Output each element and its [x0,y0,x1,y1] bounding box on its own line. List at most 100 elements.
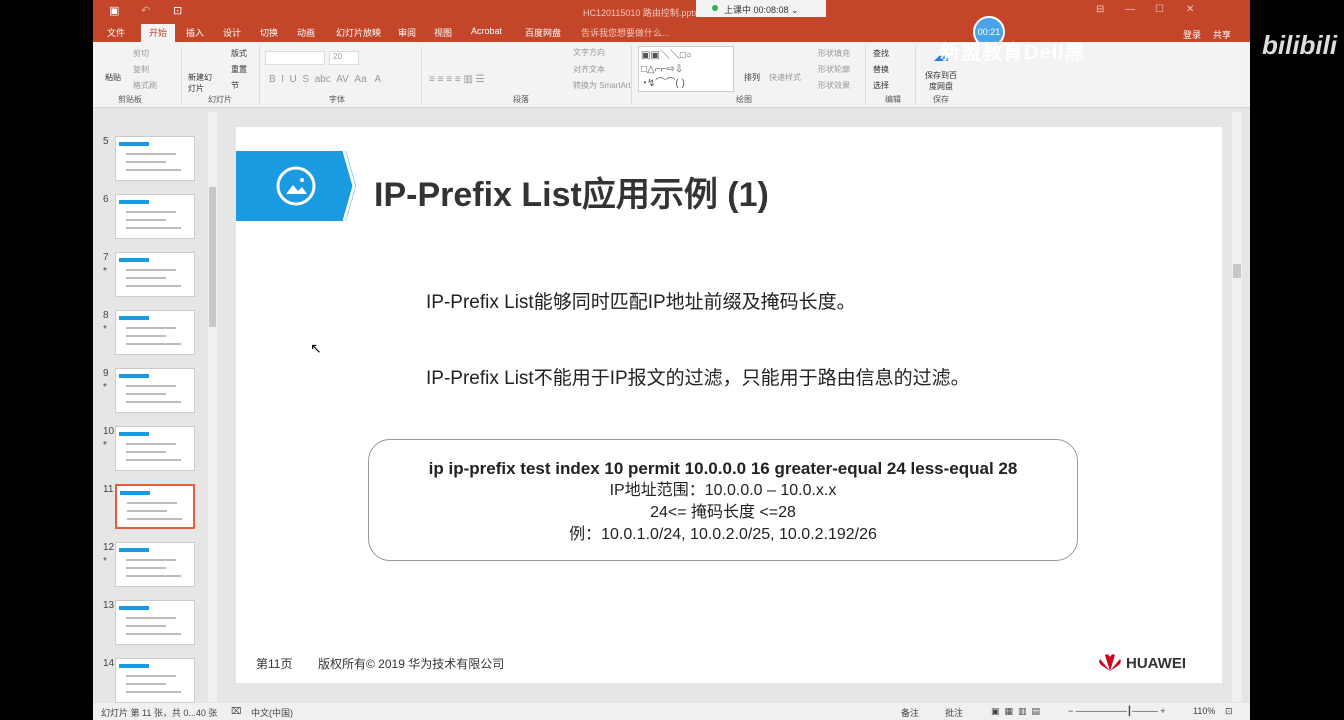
tab-insert[interactable]: 插入 [186,26,204,39]
notes-button[interactable]: 备注 [901,706,919,719]
slide-thumbnail[interactable] [115,484,195,529]
huawei-logo: HUAWEI [1098,653,1186,672]
thumbnail-number: 12 [103,542,115,553]
slide-thumbnail[interactable] [115,136,195,181]
font-format-buttons[interactable]: B I U S abc AV Aa A [269,74,381,85]
shape-effects-button[interactable]: 形状效果 [818,80,850,91]
quick-styles-button[interactable]: 快速样式 [769,72,801,83]
tab-view[interactable]: 视图 [434,26,452,39]
slide-title[interactable]: IP-Prefix List应用示例 (1) [374,167,769,216]
save-icon[interactable]: ▣ [109,4,119,17]
title-banner [236,151,346,221]
live-status[interactable]: 上课中 00:08:08 ⌄ [696,0,826,17]
bullet-1[interactable]: IP-Prefix List能够同时匹配IP地址前缀及掩码长度。 [426,289,1066,317]
shapes-gallery[interactable]: ▣▣＼＼□○ □△⌐⌐⇨⇩ ◔↯⌒⌒( ) [638,46,734,92]
align-buttons[interactable]: ≡ ≡ ≡ ≡ ▥ ☰ [429,74,485,85]
paste-button[interactable]: 粘贴 [105,72,121,83]
thumbnail-number: 8 [103,310,109,321]
tell-me-search[interactable]: 告诉我您想要做什么... [581,26,670,39]
font-size-input[interactable]: 20 [329,51,359,65]
example-box[interactable]: ip ip-prefix test index 10 permit 10.0.0… [368,439,1078,561]
live-status-text: 上课中 00:08:08 [724,5,789,15]
tab-review[interactable]: 审阅 [398,26,416,39]
slide-thumbnail[interactable] [115,542,195,587]
tab-home[interactable]: 开始 [141,24,176,43]
align-text-button[interactable]: 对齐文本 [573,64,605,75]
huawei-text: HUAWEI [1126,655,1186,672]
thumbnail-number: 14 [103,658,115,669]
layout-button[interactable]: 版式 [231,48,247,59]
thumbnail-scrollbar[interactable] [208,112,217,702]
thumbnail-number: 11 [103,484,114,495]
tab-baidu[interactable]: 百度网盘 [525,26,561,39]
slide-scrollbar[interactable] [1232,112,1242,702]
tab-design[interactable]: 设计 [223,26,241,39]
thumbnail-number: 13 [103,600,115,611]
fit-slide-icon[interactable]: ⊡ [1225,706,1233,717]
reset-button[interactable]: 重置 [231,64,247,75]
zoom-slider[interactable]: − ────────┃──── + [1068,706,1165,717]
slide-thumbnail[interactable] [115,426,195,471]
bullet-2[interactable]: IP-Prefix List不能用于IP报文的过滤，只能用于路由信息的过滤。 [426,365,1046,393]
cut-button[interactable]: 剪切 [133,48,149,59]
tab-file[interactable]: 文件 [107,26,125,39]
banner-chevron [336,151,356,221]
thumbnail-number: 5 [103,136,109,147]
powerpoint-window: ▣ ↶ ⊡ HC120115010 路由控制.pptx 上课中 00:08:08… [93,0,1250,720]
tab-animations[interactable]: 动画 [297,26,315,39]
new-slide-button[interactable]: 新建幻灯片 [188,72,212,94]
thumbnail-number: 7 [103,252,109,263]
select-button[interactable]: 选择 [873,80,889,91]
command-line: ip ip-prefix test index 10 permit 10.0.0… [428,459,1018,478]
copyright: 版权所有© 2019 华为技术有限公司 [318,657,505,671]
replace-button[interactable]: 替换 [873,64,889,75]
shape-fill-button[interactable]: 形状填充 [818,48,850,59]
slide-thumbnail[interactable] [115,368,195,413]
ribbon-display-icon[interactable]: ⊟ [1096,4,1104,15]
thumbnail-animation-star: * [103,324,107,335]
arrange-button[interactable]: 排列 [744,72,760,83]
image-icon [276,166,316,206]
language[interactable]: 中文(中国) [251,706,293,719]
find-button[interactable]: 查找 [873,48,889,59]
copy-button[interactable]: 复制 [133,64,149,75]
zoom-level[interactable]: 110% [1193,706,1215,716]
tab-transitions[interactable]: 切换 [260,26,278,39]
title-bar: ▣ ↶ ⊡ HC120115010 路由控制.pptx 上课中 00:08:08… [93,0,1250,22]
slide-thumbnail[interactable] [115,310,195,355]
thumbnail-animation-star: * [103,382,107,393]
text-direction-button[interactable]: 文字方向 [573,47,605,58]
mouse-cursor: ↖ [310,340,322,356]
login-link[interactable]: 登录 [1183,28,1201,41]
format-painter-button[interactable]: 格式刷 [133,80,157,91]
close-button[interactable]: ✕ [1186,4,1194,15]
minimize-button[interactable]: — [1125,4,1135,15]
group-slides: 幻灯片 [208,95,232,104]
smartart-button[interactable]: 转换为 SmartArt [573,80,631,91]
slide-thumbnail[interactable] [115,600,195,645]
group-drawing: 绘图 [736,95,752,104]
slide-thumbnail[interactable] [115,252,195,297]
huawei-flower-icon [1099,654,1121,671]
share-button[interactable]: 共享 [1213,28,1231,41]
comments-button[interactable]: 批注 [945,706,963,719]
group-editing: 编辑 [885,95,901,104]
mask-range: 24<= 掩码长度 <=28 [650,504,796,521]
normal-view-icon[interactable]: ▣ ▦ ▥ ▤ [991,706,1040,717]
tab-slideshow[interactable]: 幻灯片放映 [336,26,381,39]
spellcheck-icon[interactable]: ⌧ [231,706,241,717]
start-slideshow-icon[interactable]: ⊡ [173,4,182,17]
shape-outline-button[interactable]: 形状轮廓 [818,64,850,75]
section-button[interactable]: 节 [231,80,239,91]
font-name-input[interactable] [265,51,325,65]
slide-info: 幻灯片 第 11 张，共 0...40 张 [101,708,218,718]
maximize-button[interactable]: ☐ [1155,4,1164,15]
save-baidu-button[interactable]: 保存到百度网盘 [923,70,959,92]
watermark: 新盟教育Dell黑 [940,42,1086,64]
slide-thumbnail[interactable] [115,658,195,703]
undo-icon[interactable]: ↶ [141,4,150,17]
page-number: 第11页 [256,657,293,671]
slide-thumbnail[interactable] [115,194,195,239]
slide-canvas: IP-Prefix List应用示例 (1) IP-Prefix List能够同… [236,127,1222,683]
tab-acrobat[interactable]: Acrobat [471,26,502,36]
